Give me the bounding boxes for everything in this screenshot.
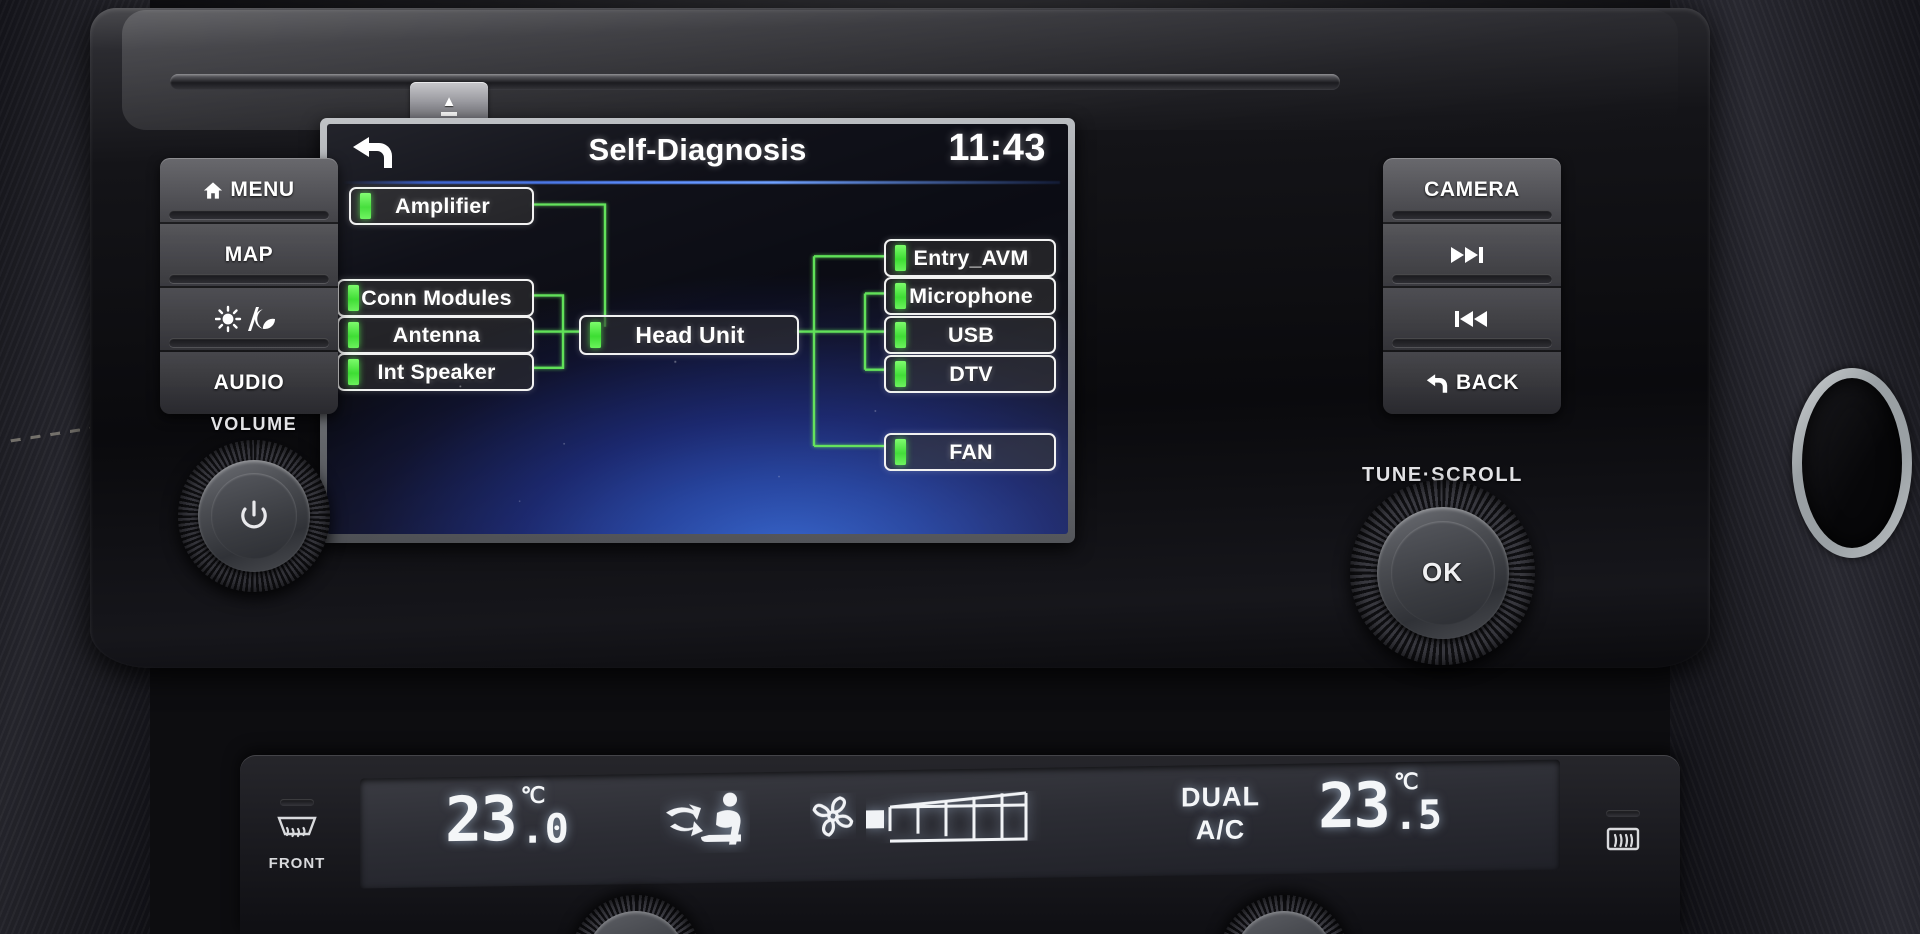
dual-label: DUAL [1181,781,1260,813]
node-fan[interactable]: FAN [884,433,1056,471]
driver-temperature: 23 ℃ .0 [445,781,569,856]
front-defrost-icon [276,812,318,849]
node-amplifier[interactable]: Amplifier [349,187,534,225]
node-dtv[interactable]: DTV [884,355,1056,393]
status-led [348,285,359,311]
audio-button[interactable]: AUDIO [160,350,338,414]
status-led [895,245,906,271]
power-icon[interactable] [211,473,297,559]
status-led [590,322,601,348]
camera-button-label: CAMERA [1424,178,1520,201]
menu-button[interactable]: MENU [160,158,338,222]
passenger-temp-dial[interactable] [1218,895,1350,934]
node-label: DTV [949,361,993,386]
passenger-temp-unit: ℃ [1393,768,1419,795]
front-defrost-button[interactable]: FRONT [254,775,340,895]
node-label: Head Unit [635,321,745,348]
camera-button[interactable]: CAMERA [1383,158,1561,222]
ac-label: A/C [1195,814,1246,846]
day-night-icon [214,305,277,333]
node-microphone[interactable]: Microphone [884,277,1056,315]
audio-button-label: AUDIO [213,371,285,394]
home-icon [203,181,223,200]
volume-knob[interactable]: VOLUME [178,414,330,592]
passenger-temperature: 23 ℃ .5 [1318,767,1442,842]
map-button[interactable]: MAP [160,222,338,286]
next-track-button[interactable] [1383,222,1561,286]
node-label: FAN [949,439,993,464]
clock: 11:43 [948,127,1046,169]
dual-ac-indicator: DUAL A/C [1181,780,1260,847]
previous-track-icon [1449,309,1489,329]
node-conn-modules[interactable]: Conn Modules [337,279,534,317]
menu-button-label: MENU [230,178,295,201]
status-led [895,283,906,309]
node-label: Int Speaker [377,359,496,384]
volume-knob-label: VOLUME [210,414,298,434]
rear-defrost-icon [1602,823,1644,860]
map-button-label: MAP [224,243,274,266]
ok-button[interactable]: OK [1390,520,1495,625]
node-head-unit[interactable]: Head Unit [579,315,799,355]
node-label: Microphone [909,283,1033,308]
driver-temp-value: 23 [445,781,516,857]
node-usb[interactable]: USB [884,316,1056,354]
fan-speed-indicator [810,790,1046,845]
day-night-button[interactable] [160,286,338,350]
driver-temp-dial[interactable] [570,895,702,934]
node-label: Conn Modules [361,285,512,310]
eject-icon: ▲ [441,94,457,116]
status-led [360,193,371,219]
tune-scroll-knob[interactable]: TUNE·SCROLL OK [1350,464,1535,665]
right-button-cluster: CAMERA BACK [1383,158,1561,414]
node-label: USB [948,322,994,347]
left-button-cluster: MENU MAP AUDIO [160,158,338,414]
node-label: Amplifier [395,193,490,218]
fan-level-bar [866,790,1046,843]
screen-header: Self-Diagnosis 11:43 [327,124,1068,184]
infotainment-screen[interactable]: Self-Diagnosis 11:43 Amplifier Conn Modu… [327,124,1068,534]
disc-slot [170,74,1340,90]
display-bezel: Self-Diagnosis 11:43 Amplifier Conn Modu… [320,118,1075,543]
back-button-label: BACK [1455,371,1520,394]
status-led [895,322,906,348]
status-led [895,361,906,387]
back-button[interactable]: BACK [1383,350,1561,414]
ok-button-label: OK [1422,557,1463,587]
previous-track-button[interactable] [1383,286,1561,350]
passenger-temp-value: 23 [1318,768,1389,843]
status-led [348,359,359,385]
passenger-temp-decimal: .5 [1393,792,1442,840]
node-label: Entry_AVM [913,245,1029,270]
back-arrow-icon [1425,373,1449,394]
air-vent-ring [1792,368,1912,558]
diagnosis-diagram: Amplifier Conn Modules Antenna Int Speak… [327,182,1068,534]
driver-temp-unit: ℃ [520,782,546,808]
node-int-speaker[interactable]: Int Speaker [337,353,534,391]
status-led [895,439,906,465]
driver-temp-decimal: .0 [520,806,569,853]
node-antenna[interactable]: Antenna [337,316,534,354]
climate-control-panel: FRONT 23 ℃ .0 DUAL A/C 23 ℃ .5 [240,755,1680,934]
airflow-mode-icon [660,790,750,858]
status-led [348,322,359,348]
fan-icon [810,793,856,845]
car-dashboard: ▲ Self-Diagnosis 11:43 Amplifier Conn Mo… [0,0,1920,934]
node-entry-avm[interactable]: Entry_AVM [884,239,1056,277]
climate-display: 23 ℃ .0 DUAL A/C 23 ℃ .5 [360,759,1560,889]
node-label: Antenna [392,322,481,347]
front-defrost-label: FRONT [268,854,326,872]
rear-defrost-button[interactable] [1580,775,1666,895]
next-track-icon [1449,245,1489,265]
